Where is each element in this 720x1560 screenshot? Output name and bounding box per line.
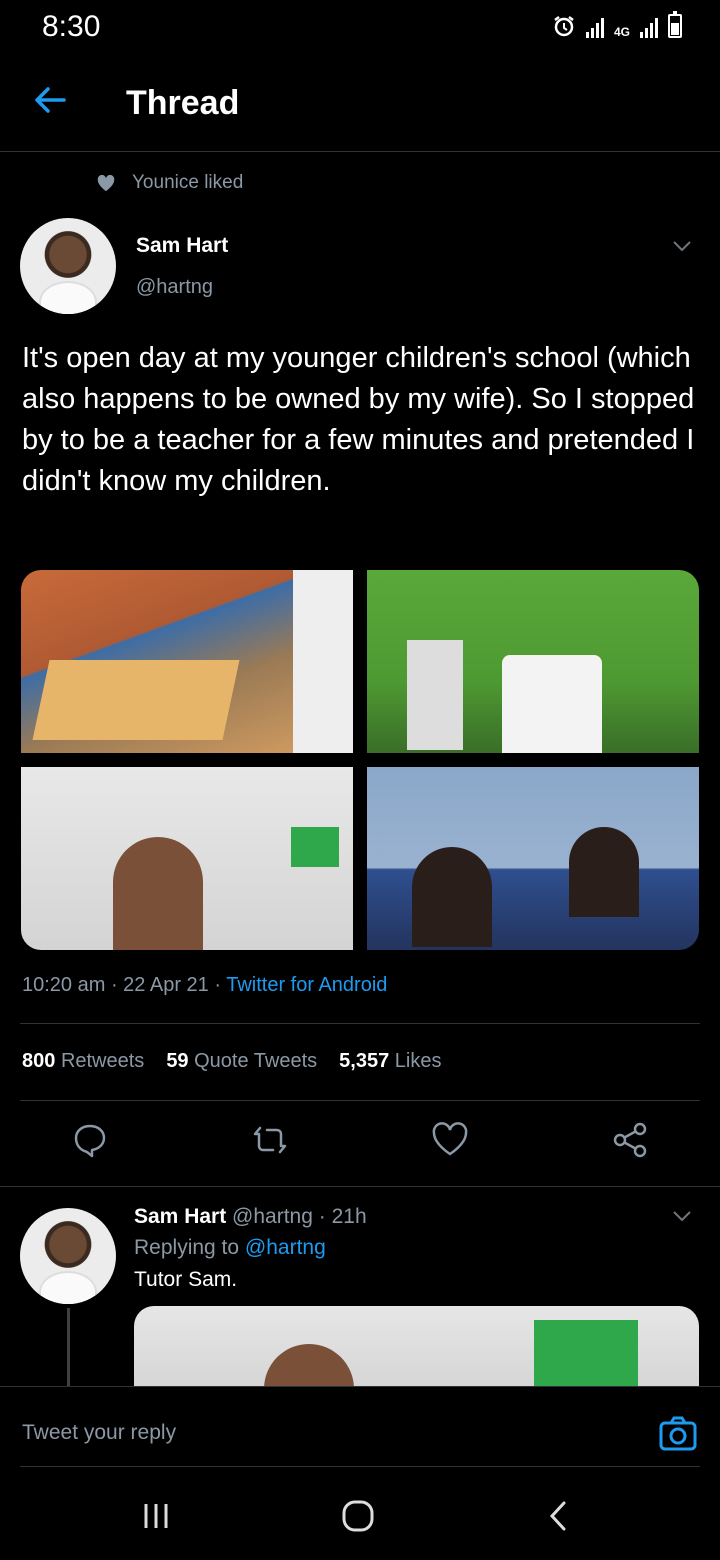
- section-separator: [0, 1186, 720, 1187]
- back-arrow-icon[interactable]: [30, 80, 70, 120]
- battery-icon: [668, 11, 682, 38]
- quotes-stat[interactable]: 59 Quote Tweets: [166, 1050, 317, 1073]
- divider: [20, 1466, 700, 1467]
- tweet-meta: 10:20 am · 22 Apr 21 · Twitter for Andro…: [22, 974, 387, 997]
- quotes-count: 59: [166, 1050, 189, 1072]
- back-icon[interactable]: [540, 1498, 580, 1534]
- reply-age: 21h: [331, 1205, 367, 1228]
- meta-separator: ·: [318, 1205, 332, 1228]
- heart-icon: [97, 174, 115, 192]
- alarm-icon: [554, 16, 574, 37]
- social-context: Younice liked: [96, 172, 243, 194]
- tweet-photo-1[interactable]: [21, 570, 353, 753]
- social-context-text: Younice liked: [132, 172, 244, 193]
- likes-label: Likes: [394, 1050, 442, 1072]
- meta-separator: ·: [214, 974, 227, 996]
- reply-header: Sam Hart @hartng · 21h: [134, 1205, 367, 1229]
- signal-icon: [585, 16, 604, 38]
- reply-composer: Tweet your reply: [0, 1386, 720, 1466]
- replying-to-handle[interactable]: @hartng: [245, 1236, 326, 1259]
- thread-line: [67, 1308, 70, 1388]
- replying-to: Replying to @hartng: [134, 1236, 326, 1260]
- likes-stat[interactable]: 5,357 Likes: [339, 1050, 441, 1073]
- thread-header: Thread: [0, 56, 720, 152]
- tweet-photo-4[interactable]: [367, 767, 699, 950]
- reply-author-handle[interactable]: @hartng: [232, 1205, 313, 1228]
- retweet-icon[interactable]: [250, 1120, 290, 1160]
- divider: [20, 1100, 700, 1101]
- camera-icon[interactable]: [658, 1413, 698, 1453]
- reply-photo[interactable]: [134, 1306, 699, 1386]
- retweets-count: 800: [22, 1050, 56, 1072]
- meta-separator: ·: [110, 974, 124, 996]
- page-title: Thread: [126, 84, 240, 122]
- reply-input[interactable]: Tweet your reply: [22, 1421, 176, 1445]
- system-nav-bar: [0, 1468, 720, 1560]
- tweet-photo-2[interactable]: [367, 570, 699, 753]
- tweet-source[interactable]: Twitter for Android: [226, 974, 387, 996]
- home-icon[interactable]: [338, 1498, 378, 1534]
- reply-icon[interactable]: [70, 1120, 110, 1160]
- tweet-stats: 800 Retweets 59 Quote Tweets 5,357 Likes: [22, 1050, 442, 1073]
- replying-label: Replying to: [134, 1236, 240, 1259]
- divider: [20, 1023, 700, 1024]
- tweet-text: It's open day at my younger children's s…: [22, 342, 695, 497]
- status-time: 8:30: [42, 10, 101, 43]
- tweet-photo-3[interactable]: [21, 767, 353, 950]
- recent-apps-icon[interactable]: [136, 1498, 176, 1534]
- reply-text: Tutor Sam.: [134, 1268, 238, 1291]
- quotes-label: Quote Tweets: [194, 1050, 318, 1072]
- status-icons: 4G: [552, 11, 682, 39]
- retweets-stat[interactable]: 800 Retweets: [22, 1050, 144, 1073]
- chevron-down-icon[interactable]: [670, 234, 694, 258]
- like-icon[interactable]: [430, 1120, 470, 1160]
- author-name[interactable]: Sam Hart: [136, 234, 228, 258]
- retweets-label: Retweets: [60, 1050, 145, 1072]
- signal-icon-2: [640, 16, 658, 38]
- share-icon[interactable]: [610, 1120, 650, 1160]
- tweet-time: 10:20 am: [22, 974, 106, 996]
- likes-count: 5,357: [339, 1050, 390, 1072]
- author-handle[interactable]: @hartng: [136, 276, 213, 299]
- tweet-actions: [0, 1120, 720, 1170]
- status-bar: 8:30 4G: [0, 0, 720, 56]
- chevron-down-icon[interactable]: [670, 1204, 694, 1228]
- network-type: 4G: [613, 25, 630, 39]
- reply-author-name[interactable]: Sam Hart: [134, 1205, 226, 1228]
- tweet-media-grid: [21, 570, 699, 950]
- avatar[interactable]: [20, 218, 116, 314]
- tweet-date: 22 Apr 21: [123, 974, 209, 996]
- reply-avatar[interactable]: [20, 1208, 116, 1304]
